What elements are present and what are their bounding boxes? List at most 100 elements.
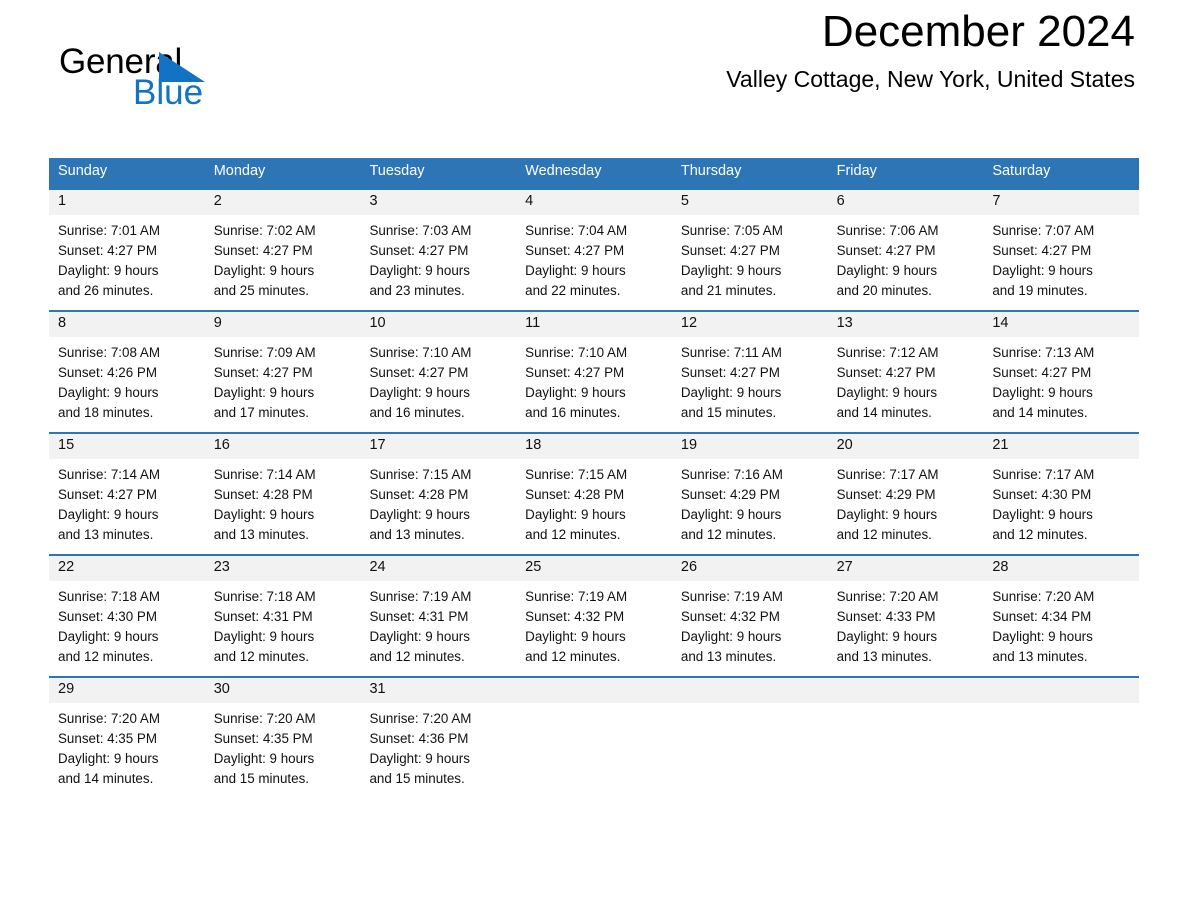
day-cell[interactable]: 12 Sunrise: 7:11 AM Sunset: 4:27 PM Dayl… [671,312,828,423]
sunset-text: Sunset: 4:32 PM [525,609,625,624]
daylight-text-line2: and 12 minutes. [58,649,154,664]
day-number: 2 [204,190,361,215]
day-number: 17 [360,434,517,459]
day-number: 11 [516,312,672,337]
daylight-text-line2: and 20 minutes. [836,283,932,298]
daylight-text-line2: and 15 minutes. [680,405,777,420]
day-details: Sunrise: 7:01 AM Sunset: 4:27 PM Dayligh… [49,215,205,301]
sunset-text: Sunset: 4:27 PM [680,365,780,380]
day-cell[interactable]: 24 Sunrise: 7:19 AM Sunset: 4:31 PM Dayl… [360,556,517,667]
day-cell[interactable]: 30 Sunrise: 7:20 AM Sunset: 4:35 PM Dayl… [204,678,361,804]
sunrise-text: Sunrise: 7:14 AM [213,467,316,482]
day-cell[interactable]: 11 Sunrise: 7:10 AM Sunset: 4:27 PM Dayl… [516,312,672,423]
day-cell[interactable]: 14 Sunrise: 7:13 AM Sunset: 4:27 PM Dayl… [983,312,1140,423]
day-cell[interactable]: 17 Sunrise: 7:15 AM Sunset: 4:28 PM Dayl… [360,434,517,545]
sunset-text: Sunset: 4:33 PM [836,609,936,624]
sunrise-text: Sunrise: 7:14 AM [58,467,160,482]
day-cell[interactable]: 16 Sunrise: 7:14 AM Sunset: 4:28 PM Dayl… [204,434,361,545]
daylight-text-line2: and 26 minutes. [58,283,154,298]
daylight-text-line1: Daylight: 9 hours [525,385,626,400]
daylight-text-line2: and 12 minutes. [992,527,1088,542]
sunset-text: Sunset: 4:35 PM [58,731,157,746]
sunset-text: Sunset: 4:28 PM [525,487,625,502]
day-cell[interactable]: 20 Sunrise: 7:17 AM Sunset: 4:29 PM Dayl… [827,434,984,545]
day-cell[interactable]: 6 Sunrise: 7:06 AM Sunset: 4:27 PM Dayli… [827,190,984,301]
sunrise-text: Sunrise: 7:15 AM [369,467,472,482]
day-details: Sunrise: 7:11 AM Sunset: 4:27 PM Dayligh… [672,337,828,423]
day-cell[interactable]: 15 Sunrise: 7:14 AM Sunset: 4:27 PM Dayl… [49,434,205,545]
day-cell[interactable]: 5 Sunrise: 7:05 AM Sunset: 4:27 PM Dayli… [671,190,828,301]
day-cell[interactable]: 1 Sunrise: 7:01 AM Sunset: 4:27 PM Dayli… [49,190,205,301]
day-cell[interactable]: 19 Sunrise: 7:16 AM Sunset: 4:29 PM Dayl… [671,434,828,545]
weekday-header-wednesday: Wednesday [525,163,602,179]
day-number: 26 [671,556,828,581]
sunset-text: Sunset: 4:29 PM [836,487,936,502]
day-cell[interactable]: 21 Sunrise: 7:17 AM Sunset: 4:30 PM Dayl… [983,434,1140,545]
day-details: Sunrise: 7:03 AM Sunset: 4:27 PM Dayligh… [360,215,516,301]
day-cell[interactable]: 29 Sunrise: 7:20 AM Sunset: 4:35 PM Dayl… [49,678,205,804]
daylight-text-line1: Daylight: 9 hours [369,263,470,278]
day-cell[interactable]: 4 Sunrise: 7:04 AM Sunset: 4:27 PM Dayli… [516,190,672,301]
sunrise-text: Sunrise: 7:07 AM [992,223,1095,238]
daylight-text-line2: and 25 minutes. [213,283,310,298]
day-details: Sunrise: 7:18 AM Sunset: 4:31 PM Dayligh… [205,581,361,667]
daylight-text-line2: and 19 minutes. [992,283,1088,298]
day-cell[interactable]: 2 Sunrise: 7:02 AM Sunset: 4:27 PM Dayli… [204,190,361,301]
sunrise-text: Sunrise: 7:03 AM [369,223,472,238]
day-details: Sunrise: 7:02 AM Sunset: 4:27 PM Dayligh… [205,215,361,301]
sunrise-text: Sunrise: 7:01 AM [58,223,160,238]
daylight-text-line1: Daylight: 9 hours [213,629,315,644]
sunrise-text: Sunrise: 7:15 AM [525,467,628,482]
day-cell[interactable]: 8 Sunrise: 7:08 AM Sunset: 4:26 PM Dayli… [49,312,205,423]
daylight-text-line1: Daylight: 9 hours [213,507,315,522]
day-number: 10 [360,312,517,337]
daylight-text-line2: and 15 minutes. [213,771,310,786]
day-cell[interactable]: 9 Sunrise: 7:09 AM Sunset: 4:27 PM Dayli… [204,312,361,423]
daylight-text-line2: and 16 minutes. [369,405,465,420]
day-cell[interactable]: 23 Sunrise: 7:18 AM Sunset: 4:31 PM Dayl… [204,556,361,667]
daylight-text-line2: and 12 minutes. [680,527,777,542]
day-number: 22 [49,556,205,581]
daylight-text-line2: and 12 minutes. [525,649,621,664]
day-cell[interactable]: 18 Sunrise: 7:15 AM Sunset: 4:28 PM Dayl… [516,434,672,545]
sunrise-text: Sunrise: 7:08 AM [58,345,160,360]
day-cell[interactable]: 7 Sunrise: 7:07 AM Sunset: 4:27 PM Dayli… [983,190,1140,301]
daylight-text-line1: Daylight: 9 hours [213,385,315,400]
sunrise-text: Sunrise: 7:17 AM [992,467,1095,482]
day-details: Sunrise: 7:19 AM Sunset: 4:31 PM Dayligh… [360,581,516,667]
day-details: Sunrise: 7:06 AM Sunset: 4:27 PM Dayligh… [828,215,984,301]
day-cell[interactable]: 28 Sunrise: 7:20 AM Sunset: 4:34 PM Dayl… [983,556,1140,667]
day-number: 6 [827,190,984,215]
daylight-text-line2: and 13 minutes. [58,527,154,542]
sunset-text: Sunset: 4:28 PM [213,487,313,502]
day-cell[interactable]: 26 Sunrise: 7:19 AM Sunset: 4:32 PM Dayl… [671,556,828,667]
location-subtitle: Valley Cottage, New York, United States [726,65,1135,92]
day-number: 27 [827,556,984,581]
day-details: Sunrise: 7:19 AM Sunset: 4:32 PM Dayligh… [516,581,672,667]
day-cell[interactable]: 25 Sunrise: 7:19 AM Sunset: 4:32 PM Dayl… [516,556,672,667]
day-cell[interactable]: 10 Sunrise: 7:10 AM Sunset: 4:27 PM Dayl… [360,312,517,423]
daylight-text-line2: and 13 minutes. [680,649,777,664]
sunrise-text: Sunrise: 7:19 AM [525,589,628,604]
weekday-header-tuesday: Tuesday [369,163,425,179]
sunrise-text: Sunrise: 7:11 AM [680,345,782,360]
sunset-text: Sunset: 4:27 PM [369,243,469,258]
day-details: Sunrise: 7:16 AM Sunset: 4:29 PM Dayligh… [672,459,828,545]
day-cell[interactable]: 3 Sunrise: 7:03 AM Sunset: 4:27 PM Dayli… [360,190,517,301]
day-number: 24 [360,556,517,581]
day-details: Sunrise: 7:07 AM Sunset: 4:27 PM Dayligh… [983,215,1139,301]
sunset-text: Sunset: 4:27 PM [836,243,936,258]
empty-cell-body [516,703,672,804]
sunrise-text: Sunrise: 7:20 AM [836,589,939,604]
day-cell[interactable]: 22 Sunrise: 7:18 AM Sunset: 4:30 PM Dayl… [49,556,205,667]
day-number: 4 [516,190,672,215]
day-cell[interactable]: 13 Sunrise: 7:12 AM Sunset: 4:27 PM Dayl… [827,312,984,423]
day-details: Sunrise: 7:12 AM Sunset: 4:27 PM Dayligh… [828,337,984,423]
day-cell[interactable]: 31 Sunrise: 7:20 AM Sunset: 4:36 PM Dayl… [360,678,517,804]
daylight-text-line2: and 14 minutes. [58,771,154,786]
daylight-text-line2: and 17 minutes. [213,405,310,420]
day-cell[interactable]: 27 Sunrise: 7:20 AM Sunset: 4:33 PM Dayl… [827,556,984,667]
day-number: 21 [983,434,1140,459]
daylight-text-line2: and 12 minutes. [213,649,310,664]
day-number: 12 [671,312,828,337]
